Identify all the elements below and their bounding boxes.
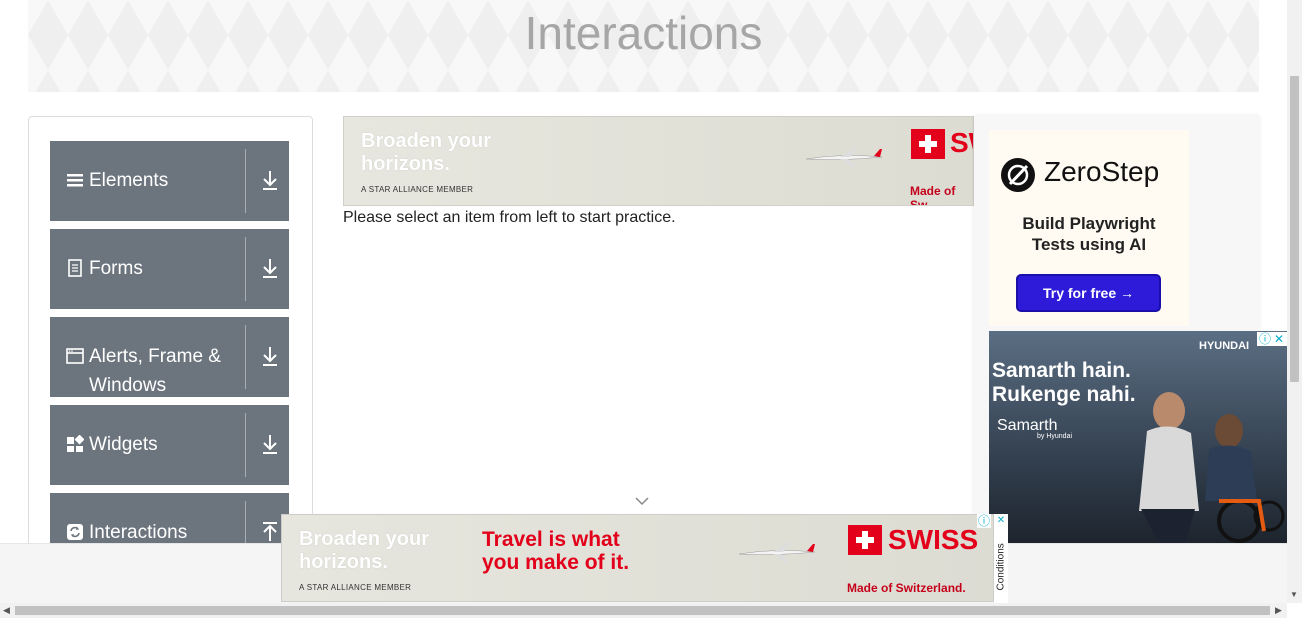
star-alliance-text: A STAR ALLIANCE MEMBER [299,583,412,592]
ad-travel-line2: you make of it. [482,551,630,574]
group-label: Elements [89,170,169,191]
swiss-flag-icon [911,129,945,159]
conditions-link[interactable]: Conditions [996,525,1007,590]
select-item-message: Please select an item from left to start… [343,209,676,226]
swiss-tagline: Made of Sw [910,184,956,206]
download-arrow-icon[interactable] [261,169,279,191]
group-label: Forms [89,258,143,279]
star-alliance-text: A STAR ALLIANCE MEMBER [361,185,474,194]
horizontal-scrollbar[interactable]: ◀ ▶ [0,603,1287,618]
zerostep-tagline: Build Playwright Tests using AI [989,213,1189,255]
swiss-brand: SW [950,127,973,158]
ad-headline: Broaden your horizons. [361,130,491,176]
ad-info-close[interactable]: ⓘ ✕ [1257,332,1287,346]
group-alerts-frame-windows[interactable]: Alerts, Frame & Windows [50,317,289,397]
ad-travel-line1: Travel is what [482,528,620,551]
people-photo [1139,392,1285,543]
divider [245,325,246,389]
zerostep-tagline-line1: Build Playwright [1022,214,1156,233]
ad-side-strip: ✕ Conditions [994,514,1008,603]
widgets-icon [67,435,84,452]
ad-headline-line1: Broaden your [299,528,430,550]
zerostep-tagline-line2: Tests using AI [1031,235,1147,254]
try-for-free-button[interactable]: Try for free → [1016,274,1161,312]
airplane-icon [805,148,883,167]
refresh-icon [67,524,83,540]
ad-headline-line1: Broaden your [361,130,492,152]
scroll-down-arrow-icon[interactable]: ▼ [1290,590,1298,599]
hamburger-icon [67,174,83,187]
hyundai-headline: Samarth hain. Rukenge nahi. [992,359,1136,407]
scroll-right-arrow-icon[interactable]: ▶ [1275,605,1282,616]
chevron-down-icon[interactable] [635,496,649,506]
swiss-bottom-ad[interactable]: Broaden your horizons. Travel is what yo… [281,514,994,602]
group-label: Widgets [89,434,158,455]
page: Interactions Elements Forms Alerts, Fram… [0,0,1302,618]
hyundai-headline-line1: Samarth hain. [992,359,1131,382]
download-arrow-icon[interactable] [261,433,279,455]
download-arrow-icon[interactable] [261,257,279,279]
upload-arrow-icon[interactable] [261,521,279,543]
download-arrow-icon[interactable] [261,345,279,367]
group-elements[interactable]: Elements [50,141,289,221]
divider [245,413,246,477]
swiss-flag-icon [848,525,882,555]
zerostep-logo-icon [1001,158,1035,192]
scroll-left-arrow-icon[interactable]: ◀ [3,605,10,616]
zerostep-name: ZeroStep [1044,156,1160,187]
divider [245,149,246,213]
swiss-brand: SWISS [888,524,979,555]
document-icon [68,259,82,277]
samarth-sub: by Hyundai [1037,433,1073,440]
ad-travel-text: Travel is what you make of it. [482,528,629,574]
ad-info-icon[interactable]: ⓘ [1258,332,1272,346]
hyundai-ad[interactable]: HYUNDAI Samarth hain. Rukenge nahi. Sama… [989,331,1287,543]
ad-headline-line2: horizons. [361,153,450,175]
divider [245,237,246,301]
ad-headline: Broaden your horizons. [299,528,429,574]
samarth-logo: Samarth by Hyundai [997,417,1072,440]
swiss-top-ad[interactable]: Broaden your horizons. A STAR ALLIANCE M… [343,116,974,206]
header-banner: Interactions [28,0,1259,92]
group-widgets[interactable]: Widgets [50,405,289,485]
group-label: Alerts, Frame & Windows [89,346,221,396]
ad-info-icon[interactable]: ⓘ [977,514,991,528]
zerostep-ad[interactable]: ZeroStep Build Playwright Tests using AI… [989,130,1189,326]
ad-headline-line2: horizons. [299,551,388,573]
hyundai-brand: HYUNDAI [1199,340,1250,352]
group-forms[interactable]: Forms [50,229,289,309]
hyundai-headline-line2: Rukenge nahi. [992,383,1136,406]
close-icon[interactable]: ✕ [1272,332,1286,346]
samarth-name: Samarth [997,417,1058,434]
swiss-tagline: Made of Switzerland. [847,581,966,595]
vertical-scrollbar[interactable]: ▼ [1287,0,1302,603]
window-icon [66,348,84,364]
scrollbar-thumb[interactable] [1290,76,1299,382]
page-title: Interactions [524,7,763,59]
airplane-icon [738,543,816,562]
scrollbar-thumb[interactable] [15,606,1270,615]
